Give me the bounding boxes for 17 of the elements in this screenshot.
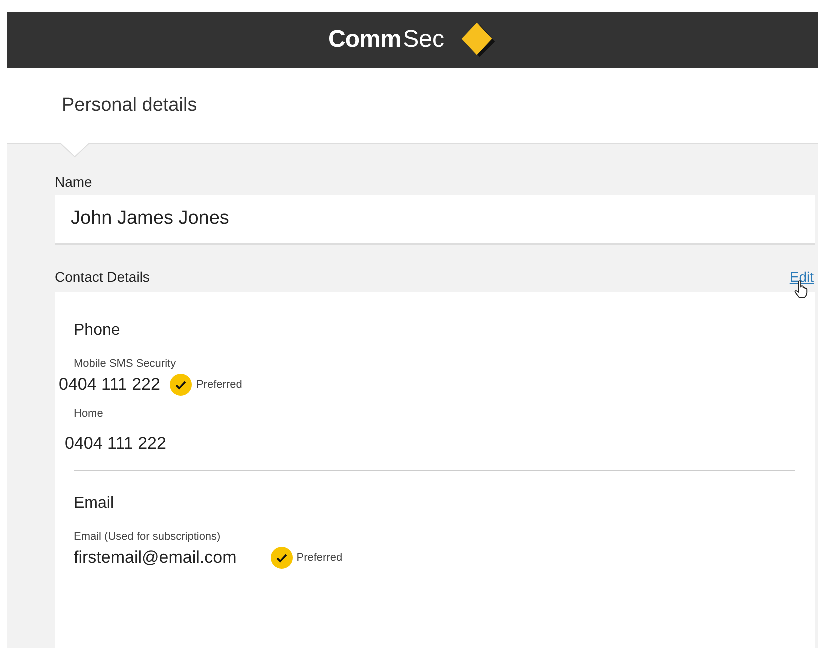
section-title: Contact Details [55, 269, 150, 285]
preferred-label: Preferred [296, 552, 343, 564]
group-title: Phone [74, 322, 122, 340]
page-title: Personal details [62, 94, 198, 116]
group-title: Email [74, 495, 116, 513]
logo-text: Comm [328, 26, 402, 54]
edit-link[interactable]: Edit [790, 269, 814, 285]
name-field: John James Jones [55, 195, 815, 245]
field-label: Name [55, 174, 94, 190]
preferred-label: Preferred [196, 379, 242, 391]
field-value: 0404 111 222 [59, 375, 160, 395]
field-value: firstemail@email.com [74, 548, 237, 568]
field-value: 0404 111 222 [65, 434, 166, 454]
field-label: Home [74, 408, 104, 420]
field-label: Mobile SMS Security [74, 358, 178, 370]
field-label: Email (Used for subscriptions) [74, 531, 222, 543]
logo-text: Sec [403, 26, 445, 54]
